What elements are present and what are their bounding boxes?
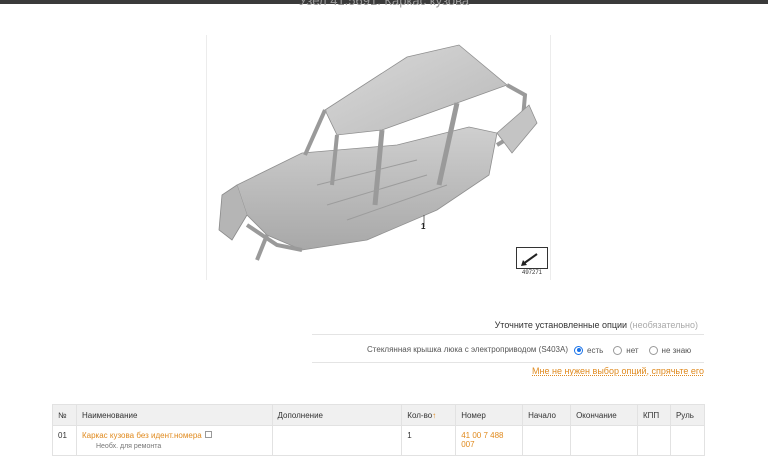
page-title: Узел 41.5691: Каркас кузова	[298, 0, 470, 8]
option-row-sunroof: Стеклянная крышка люка с электроприводом…	[312, 343, 704, 357]
hide-options-link[interactable]: Мне не нужен выбор опций, спрячьте его	[312, 366, 704, 376]
cell-steering	[669, 425, 706, 456]
options-title-text: Уточните установленные опции	[494, 320, 628, 330]
parts-table: № Наименование Дополнение Кол-во↑ Номер …	[52, 404, 706, 456]
column-header-steering[interactable]: Руль	[669, 404, 706, 426]
column-header-number[interactable]: Номер	[455, 404, 524, 426]
option-label: Стеклянная крышка люка с электроприводом…	[367, 345, 568, 354]
column-header-addition[interactable]: Дополнение	[271, 404, 403, 426]
option-radio-no[interactable]: нет	[613, 345, 639, 355]
cell-number: 41 00 7 488 007	[455, 425, 524, 456]
option-radio-unknown[interactable]: не знаю	[648, 345, 692, 355]
column-header-qty-label: Кол-во	[407, 410, 433, 420]
external-link-icon[interactable]	[204, 431, 212, 438]
sort-arrow-icon: ↑	[432, 410, 437, 420]
cell-num: 01	[52, 425, 77, 456]
reference-arrow-icon	[516, 247, 548, 269]
cell-addition	[271, 425, 403, 456]
options-divider	[312, 334, 704, 335]
cell-qty: 1	[401, 425, 457, 456]
column-header-end[interactable]: Окончание	[570, 404, 638, 426]
option-radio-label: нет	[626, 345, 639, 355]
diagram-reference-number: 497271	[521, 270, 543, 276]
column-header-start[interactable]: Начало	[522, 404, 572, 426]
table-header-row: № Наименование Дополнение Кол-во↑ Номер …	[52, 404, 706, 426]
radio-unchecked-icon	[613, 345, 623, 355]
radio-unchecked-icon	[648, 345, 658, 355]
part-note: Необх. для ремонта	[95, 443, 162, 450]
cell-gearbox	[637, 425, 671, 456]
part-number-link[interactable]: 41 00 7 488 007	[461, 431, 503, 449]
option-radio-label: есть	[587, 345, 604, 355]
column-header-name[interactable]: Наименование	[75, 404, 273, 426]
cell-start	[522, 425, 572, 456]
cell-name: Каркас кузова без идент.номера Необх. дл…	[75, 425, 273, 456]
column-header-qty[interactable]: Кол-во↑	[401, 404, 457, 426]
part-name-link[interactable]: Каркас кузова без идент.номера	[82, 431, 202, 440]
table-row: 01 Каркас кузова без идент.номера Необх.…	[52, 425, 706, 456]
option-radio-group: есть нет не знаю	[574, 343, 701, 357]
radio-checked-icon	[574, 345, 583, 355]
parts-diagram[interactable]: 1 497271	[206, 35, 551, 280]
column-header-num[interactable]: №	[52, 404, 77, 426]
option-radio-label: не знаю	[661, 345, 692, 355]
cell-end	[570, 425, 638, 456]
options-divider-bottom	[312, 362, 704, 363]
options-title: Уточните установленные опции (необязател…	[312, 320, 698, 330]
options-title-hint: (необязательно)	[629, 320, 698, 330]
column-header-gearbox[interactable]: КПП	[637, 404, 671, 426]
option-radio-yes[interactable]: есть	[574, 345, 604, 355]
body-frame-illustration	[218, 44, 538, 261]
callout-label[interactable]: 1	[421, 222, 425, 231]
